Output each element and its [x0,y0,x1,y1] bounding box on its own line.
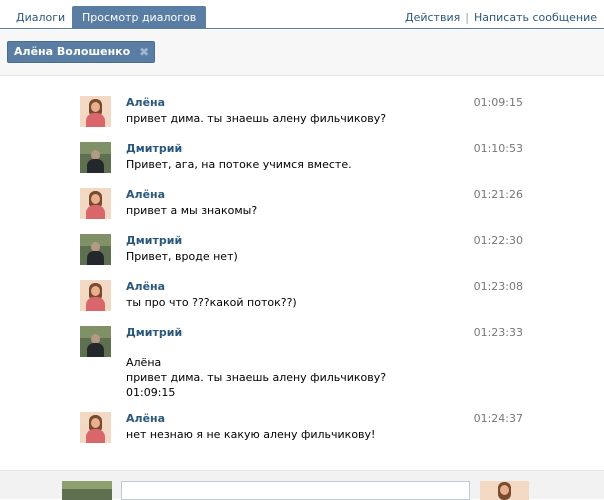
message-author[interactable]: Алёна [126,412,165,425]
message-time: 01:24:37 [473,412,523,425]
message-input[interactable] [121,481,470,500]
message-time: 01:23:08 [473,280,523,293]
dmitry-avatar[interactable] [80,234,111,265]
compose-area [0,470,604,500]
interlocutor-filter-chip[interactable]: Алёна Волошенко ✖ [7,41,156,63]
message-text: привет дима. ты знаешь алену фильчикову? [126,112,387,125]
message-time: 01:22:30 [473,234,523,247]
message-text: нет незнаю я не какую алену фильчикову! [126,428,376,441]
forwarded-time: 01:09:15 [126,386,176,399]
alena-avatar[interactable] [80,412,111,443]
dmitry-avatar[interactable] [80,326,111,357]
write-message-link[interactable]: Написать сообщение [474,11,597,24]
peer-avatar[interactable] [480,481,529,500]
message-time: 01:09:15 [473,96,523,109]
alena-avatar[interactable] [80,188,111,219]
forwarded-message: Алёна привет дима. ты знаешь алену фильч… [126,355,386,400]
message-author[interactable]: Дмитрий [126,326,182,339]
tab-dialogs[interactable]: Диалоги [6,6,75,29]
top-tab-bar: Диалоги Просмотр диалогов Действия | Напис… [0,0,604,29]
message-text: Привет, ага, на потоке учимся вместе. [126,158,352,171]
message-author[interactable]: Алёна [126,96,165,109]
header-actions: Действия | Написать сообщение [405,11,597,24]
message-author[interactable]: Алёна [126,188,165,201]
alena-avatar[interactable] [80,96,111,127]
message-time: 01:10:53 [473,142,523,155]
close-icon[interactable]: ✖ [139,42,149,62]
forwarded-text: привет дима. ты знаешь алену фильчикову? [126,371,387,384]
actions-separator: | [465,11,469,24]
message-author[interactable]: Дмитрий [126,234,182,247]
message-list: Алёна привет дима. ты знаешь алену фильч… [0,77,604,470]
alena-avatar[interactable] [80,280,111,311]
forwarded-author: Алёна [126,356,162,369]
tab-view-dialogs[interactable]: Просмотр диалогов [72,6,207,29]
my-avatar[interactable] [62,481,112,500]
filter-bar: Алёна Волошенко ✖ [0,30,604,76]
message-text: ты про что ???какой поток??) [126,296,297,309]
message-author[interactable]: Дмитрий [126,142,182,155]
message-text: привет а мы знакомы? [126,204,258,217]
message-time: 01:23:33 [473,326,523,339]
message-time: 01:21:26 [473,188,523,201]
message-text: Привет, вроде нет) [126,250,238,263]
message-author[interactable]: Алёна [126,280,165,293]
filter-chip-label: Алёна Волошенко [14,45,131,58]
dmitry-avatar[interactable] [80,142,111,173]
actions-link[interactable]: Действия [405,11,460,24]
